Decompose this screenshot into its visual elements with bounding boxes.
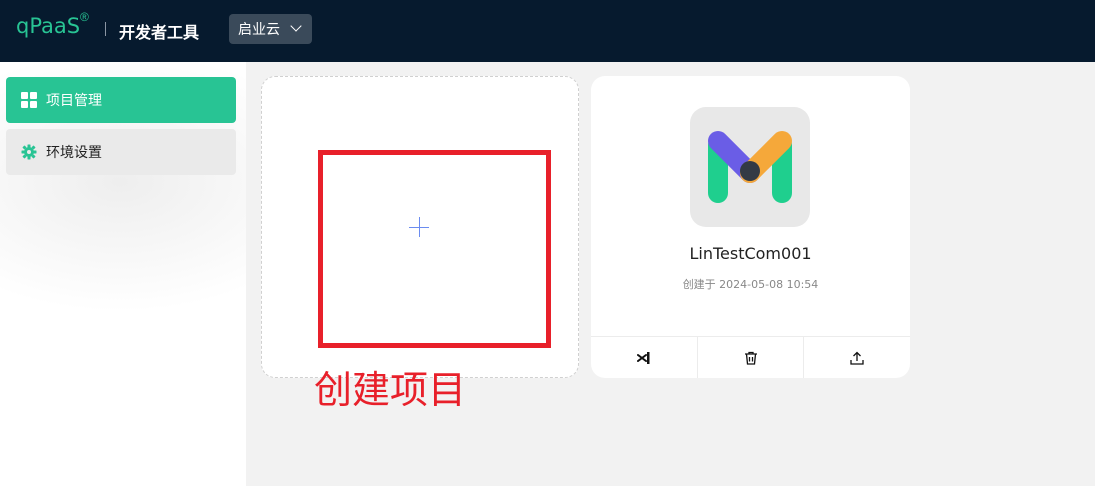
sidebar-item-label: 项目管理: [46, 93, 102, 109]
delete-button[interactable]: [698, 337, 805, 378]
m-logo-icon: [708, 131, 792, 203]
main-content: 创建项目 LinTestCom001 创建于 2024-05-08 10:54: [246, 62, 1095, 486]
header-divider: [105, 22, 106, 36]
create-project-card[interactable]: 创建项目: [261, 76, 579, 412]
trash-icon: [744, 351, 757, 365]
sidebar-item-environment[interactable]: 环境设置: [6, 129, 236, 175]
project-name: LinTestCom001: [689, 244, 812, 263]
logo[interactable]: qPaaS: [16, 14, 80, 38]
plus-icon-vertical: [419, 217, 420, 237]
org-select-label: 启业云: [238, 22, 280, 38]
project-actions: [591, 336, 910, 378]
upload-icon: [850, 351, 864, 365]
open-in-vscode-button[interactable]: [591, 337, 698, 378]
project-created-date: 创建于 2024-05-08 10:54: [682, 278, 819, 291]
upload-button[interactable]: [804, 337, 910, 378]
sidebar-item-label: 环境设置: [46, 145, 102, 161]
project-logo: [690, 107, 810, 227]
grid-icon: [21, 92, 37, 108]
sidebar: 项目管理 环境设置: [0, 62, 246, 486]
vscode-icon: [636, 351, 650, 364]
sidebar-item-projects[interactable]: 项目管理: [6, 77, 236, 123]
gear-icon: [21, 144, 37, 160]
app-title: 开发者工具: [119, 23, 200, 42]
annotation-label: 创建项目: [314, 368, 467, 412]
registered-mark: ®: [80, 10, 89, 24]
org-select[interactable]: 启业云: [229, 14, 312, 44]
annotation-box: [318, 150, 551, 348]
project-card[interactable]: LinTestCom001 创建于 2024-05-08 10:54: [591, 76, 910, 378]
chevron-down-icon: [290, 20, 302, 32]
top-bar: qPaaS ® 开发者工具 启业云: [0, 0, 1095, 62]
